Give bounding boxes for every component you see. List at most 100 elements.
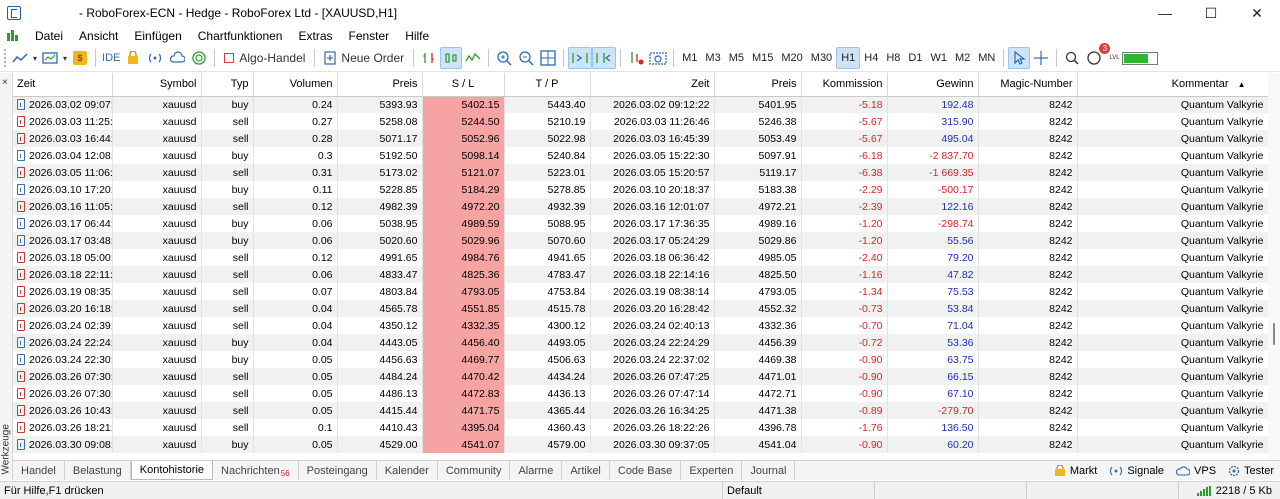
cloud-vps-icon[interactable]: [166, 47, 188, 69]
timeframe-m20[interactable]: M20: [777, 47, 806, 69]
new-order-button[interactable]: Neue Order: [319, 47, 409, 69]
menu-fenster[interactable]: Fenster: [341, 29, 398, 43]
vertical-scrollbar[interactable]: [1268, 73, 1280, 460]
timeframe-mn[interactable]: MN: [974, 47, 999, 69]
table-row[interactable]: 2026.03.20 16:18:53xauusdsell0.044565.78…: [13, 300, 1268, 317]
column-header-typ[interactable]: Typ: [201, 73, 254, 97]
vps-button[interactable]: VPS: [1176, 465, 1216, 477]
search-icon[interactable]: [1061, 47, 1083, 69]
tester-button[interactable]: Tester: [1228, 465, 1274, 477]
table-row[interactable]: 2026.03.17 06:44:45xauusdbuy0.065038.954…: [13, 215, 1268, 232]
table-row[interactable]: 2026.03.26 07:30:06xauusdsell0.054486.13…: [13, 385, 1268, 402]
tab-journal[interactable]: Journal: [742, 461, 796, 480]
notifications-icon[interactable]: 3: [1083, 43, 1111, 69]
table-row[interactable]: 2026.03.24 22:24:08xauusdbuy0.044443.054…: [13, 334, 1268, 351]
tab-kontohistorie[interactable]: Kontohistorie: [130, 461, 214, 480]
tab-experten[interactable]: Experten: [681, 461, 743, 480]
line-chart-icon[interactable]: [462, 47, 484, 69]
shopping-bag-icon[interactable]: [122, 47, 144, 69]
timeframe-m2[interactable]: M2: [951, 47, 974, 69]
candlestick-icon[interactable]: [440, 47, 463, 69]
chart-shift-icon[interactable]: [592, 47, 617, 69]
timeframe-d1[interactable]: D1: [904, 47, 926, 69]
column-header-kommission[interactable]: Kommission: [801, 73, 888, 97]
table-row[interactable]: 2026.03.03 16:44:06xauusdsell0.285071.17…: [13, 130, 1268, 147]
table-row[interactable]: 2026.03.30 09:08:02xauusdbuy0.054529.004…: [13, 436, 1268, 453]
column-header-kommentar[interactable]: Kommentar ▲: [1077, 73, 1268, 97]
tile-windows-icon[interactable]: [537, 47, 559, 69]
market-globe-icon[interactable]: [188, 47, 210, 69]
tab-community[interactable]: Community: [438, 461, 511, 480]
tab-kalender[interactable]: Kalender: [377, 461, 438, 480]
column-header-magic-number[interactable]: Magic-Number: [978, 73, 1078, 97]
column-header-sl[interactable]: S / L: [422, 73, 505, 97]
chart-type-icon[interactable]: [9, 47, 31, 69]
close-button[interactable]: ✕: [1234, 0, 1280, 26]
column-header-gewinn[interactable]: Gewinn: [887, 73, 979, 97]
maximize-button[interactable]: ☐: [1188, 0, 1234, 26]
scrollbar-thumb[interactable]: [1273, 323, 1275, 345]
table-row[interactable]: 2026.03.24 02:39:20xauusdsell0.044350.12…: [13, 317, 1268, 334]
menu-hilfe[interactable]: Hilfe: [397, 29, 437, 43]
table-row[interactable]: 2026.03.18 22:11:58xauusdsell0.064833.47…: [13, 266, 1268, 283]
table-row[interactable]: 2026.03.19 08:35:10xauusdsell0.074803.84…: [13, 283, 1268, 300]
table-row[interactable]: 2026.03.04 12:08:47xauusdbuy0.35192.5050…: [13, 147, 1268, 164]
screenshot-camera-icon[interactable]: [647, 47, 669, 69]
menu-ansicht[interactable]: Ansicht: [71, 29, 126, 43]
dropdown-chevron-down-icon[interactable]: ▾: [31, 47, 39, 69]
table-row[interactable]: 2026.03.17 03:48:53xauusdbuy0.065020.605…: [13, 232, 1268, 249]
column-header-preis-close[interactable]: Preis: [714, 73, 802, 97]
menu-extras[interactable]: Extras: [290, 29, 340, 43]
bar-chart-icon[interactable]: [418, 47, 440, 69]
timeframe-m5[interactable]: M5: [725, 47, 748, 69]
market-button[interactable]: Markt: [1054, 464, 1097, 477]
column-header-zeit-close[interactable]: Zeit: [590, 73, 715, 97]
table-row[interactable]: 2026.03.10 17:20:40xauusdbuy0.115228.855…: [13, 181, 1268, 198]
table-row[interactable]: 2026.03.03 11:25:30xauusdsell0.275258.08…: [13, 113, 1268, 130]
column-header-preis[interactable]: Preis: [337, 73, 423, 97]
minimize-button[interactable]: —: [1142, 0, 1188, 26]
menu-chartfunktionen[interactable]: Chartfunktionen: [190, 29, 291, 43]
menu-datei[interactable]: Datei: [27, 29, 71, 43]
timeframe-m30[interactable]: M30: [807, 47, 836, 69]
timeframe-m3[interactable]: M3: [701, 47, 724, 69]
column-header-volumen[interactable]: Volumen: [253, 73, 338, 97]
table-row[interactable]: 2026.03.18 05:00:00xauusdsell0.124991.65…: [13, 249, 1268, 266]
zoom-out-icon[interactable]: [515, 47, 537, 69]
table-row[interactable]: 2026.03.02 09:07:41xauusdbuy0.245393.935…: [13, 96, 1268, 113]
auto-scroll-icon[interactable]: [568, 47, 593, 69]
timeframe-h4[interactable]: H4: [860, 47, 882, 69]
column-header-tp[interactable]: T / P: [504, 73, 591, 97]
gold-coin-icon[interactable]: $: [69, 47, 91, 69]
menu-einfuegen[interactable]: Einfügen: [126, 29, 189, 43]
toolbar-grip[interactable]: [4, 49, 6, 67]
column-header-symbol[interactable]: Symbol: [112, 73, 202, 97]
table-row[interactable]: 2026.03.26 10:43:57xauusdsell0.054415.44…: [13, 402, 1268, 419]
algo-trading-button[interactable]: Algo-Handel: [219, 47, 310, 69]
tab-nachrichten[interactable]: Nachrichten 56: [213, 461, 299, 480]
signal-broadcast-icon[interactable]: [144, 47, 166, 69]
timeframe-w1[interactable]: W1: [926, 47, 951, 69]
zoom-in-icon[interactable]: [493, 47, 515, 69]
table-row[interactable]: 2026.03.26 07:30:06xauusdsell0.054484.24…: [13, 368, 1268, 385]
indicators-icon[interactable]: [625, 47, 647, 69]
table-row[interactable]: 2026.03.16 11:05:35xauusdsell0.124982.39…: [13, 198, 1268, 215]
tab-belastung[interactable]: Belastung: [65, 461, 131, 480]
tab-handel[interactable]: Handel: [13, 461, 65, 480]
signals-button[interactable]: Signale: [1109, 465, 1164, 477]
timeframe-m1[interactable]: M1: [678, 47, 701, 69]
timeframe-m15[interactable]: M15: [748, 47, 777, 69]
tab-alarme[interactable]: Alarme: [510, 461, 563, 480]
tab-posteingang[interactable]: Posteingang: [299, 461, 377, 480]
close-icon[interactable]: ×: [2, 77, 8, 88]
column-header-zeit[interactable]: Zeit: [13, 73, 113, 97]
cursor-arrow-icon[interactable]: [1008, 47, 1031, 69]
table-row[interactable]: 2026.03.26 18:21:27xauusdsell0.14410.434…: [13, 419, 1268, 436]
tab-artikel[interactable]: Artikel: [562, 461, 610, 480]
table-row[interactable]: 2026.03.05 11:06:18xauusdsell0.315173.02…: [13, 164, 1268, 181]
tab-code-base[interactable]: Code Base: [610, 461, 682, 480]
templates-icon[interactable]: [39, 47, 61, 69]
dropdown-chevron-down-icon[interactable]: ▾: [61, 47, 69, 69]
ide-button[interactable]: IDE: [100, 47, 122, 69]
crosshair-icon[interactable]: [1030, 47, 1052, 69]
